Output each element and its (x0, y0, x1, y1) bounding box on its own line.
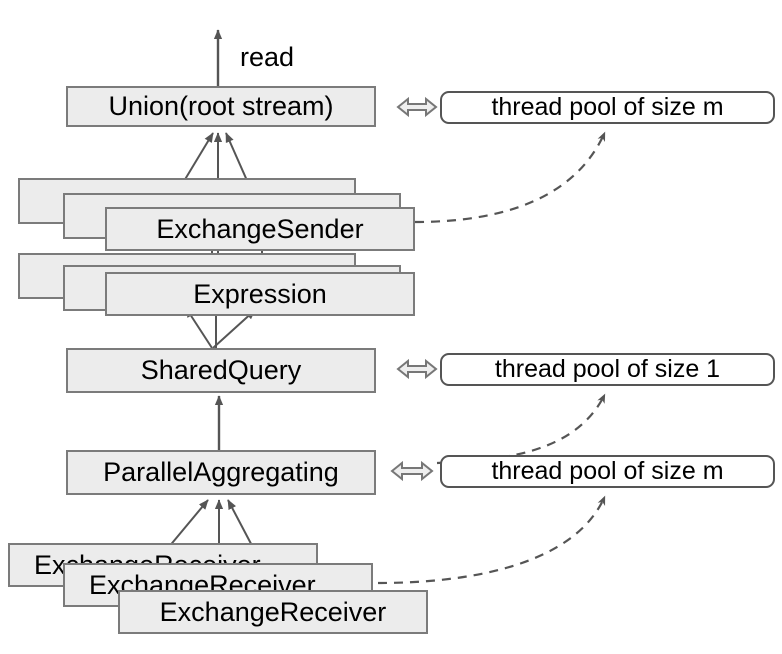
pool-bottom[interactable]: thread pool of size m (440, 455, 775, 488)
dashed-edge-pool-bottom-pool-mid (436, 393, 606, 465)
node-expression-front[interactable]: Expression (105, 272, 415, 316)
diagram-canvas: read Union(root stream) ExchangeSender E… (0, 0, 782, 654)
node-exchange-sender-front[interactable]: ExchangeSender (105, 207, 415, 251)
dashed-edge-exchangereceiver-pool-bottom (377, 495, 607, 585)
read-label: read (240, 42, 295, 72)
node-shared-query[interactable]: SharedQuery (66, 348, 376, 393)
node-exchange-receiver-front[interactable]: ExchangeReceiver (118, 590, 428, 634)
double-arrow-parallelaggregating-pool (390, 460, 434, 482)
double-arrow-union-pool (396, 96, 438, 118)
dashed-edge-exchangesender-pool-top (414, 131, 607, 224)
pool-top[interactable]: thread pool of size m (440, 91, 775, 124)
pool-mid[interactable]: thread pool of size 1 (440, 353, 775, 386)
node-union[interactable]: Union(root stream) (66, 86, 376, 127)
double-arrow-sharedquery-pool (396, 358, 438, 380)
node-parallel-aggregating[interactable]: ParallelAggregating (66, 450, 376, 495)
